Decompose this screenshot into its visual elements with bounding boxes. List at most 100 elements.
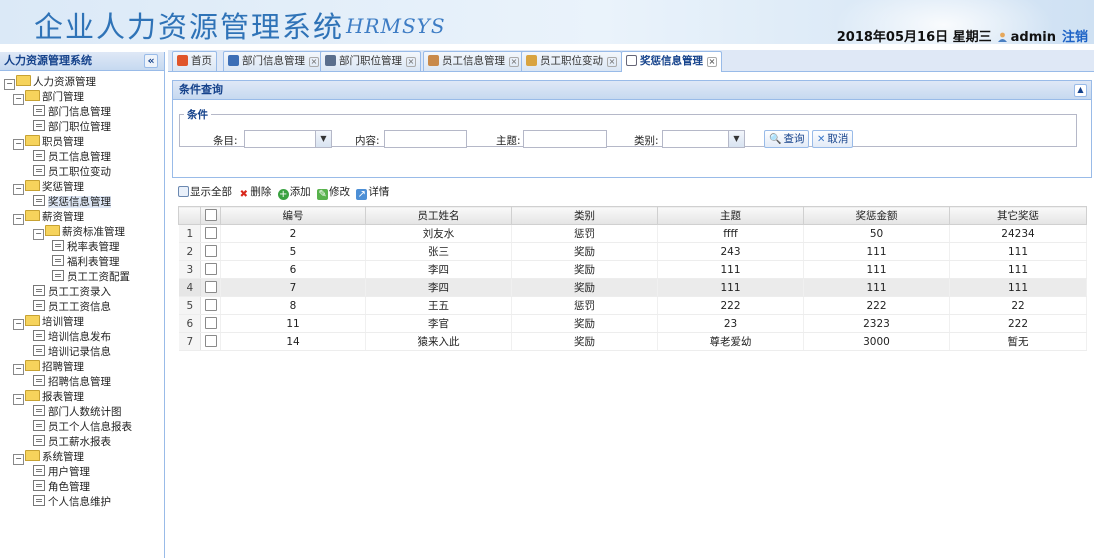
collapse-icon[interactable]: − xyxy=(13,214,24,225)
tree-node-label: 系统管理 xyxy=(42,451,84,463)
table-cell: 李四 xyxy=(365,278,512,297)
tab-employee-info[interactable]: 员工信息管理 × xyxy=(423,51,524,71)
item-select[interactable]: ▼ xyxy=(244,130,332,148)
type-select[interactable]: ▼ xyxy=(662,130,745,148)
table-row[interactable]: 1 2 刘友水 惩罚 ffff 50 24234 xyxy=(178,224,1087,243)
tree-node[interactable]: 员工薪水报表 xyxy=(0,435,164,450)
collapse-icon[interactable]: − xyxy=(13,139,24,150)
close-icon[interactable]: × xyxy=(406,57,416,67)
table-row[interactable]: 5 8 王五 惩罚 222 222 22 xyxy=(178,296,1087,315)
tab-dept-info[interactable]: 部门信息管理 × xyxy=(223,51,324,71)
cancel-button[interactable]: ✕ 取消 xyxy=(812,130,854,148)
tree-node[interactable]: − 培训管理 xyxy=(0,315,164,330)
tree-node[interactable]: − 人力资源管理 xyxy=(0,75,164,90)
tree-node[interactable]: 角色管理 xyxy=(0,480,164,495)
content-input[interactable] xyxy=(384,130,467,148)
tree-node[interactable]: 部门职位管理 xyxy=(0,120,164,135)
row-select-cell xyxy=(200,242,221,261)
select-all-checkbox[interactable] xyxy=(204,209,217,221)
subject-input[interactable] xyxy=(523,130,607,148)
row-checkbox[interactable] xyxy=(204,299,217,311)
row-checkbox[interactable] xyxy=(204,335,217,347)
tree-node[interactable]: 员工工资配置 xyxy=(0,270,164,285)
tree-node[interactable]: 用户管理 xyxy=(0,465,164,480)
tree-node[interactable]: 福利表管理 xyxy=(0,255,164,270)
column-header[interactable]: 其它奖惩 xyxy=(949,206,1087,225)
row-checkbox[interactable] xyxy=(204,227,217,239)
collapse-panel-icon[interactable]: ▲ xyxy=(1074,84,1087,97)
tree-node[interactable]: 奖惩信息管理 xyxy=(0,195,164,210)
username: admin xyxy=(1010,30,1056,44)
collapse-icon[interactable]: − xyxy=(13,94,24,105)
tree-node[interactable]: − 招聘管理 xyxy=(0,360,164,375)
search-button[interactable]: 🔍 查询 xyxy=(764,130,810,148)
show-all-button[interactable]: 显示全部 xyxy=(178,184,232,200)
tree-node[interactable]: 税率表管理 xyxy=(0,240,164,255)
tab-dept-position[interactable]: 部门职位管理 × xyxy=(320,51,421,71)
column-header[interactable]: 主题 xyxy=(657,206,804,225)
row-checkbox[interactable] xyxy=(204,317,217,329)
tab-label: 员工职位变动 xyxy=(540,55,603,67)
row-number: 6 xyxy=(178,314,201,333)
chevron-down-icon: ▼ xyxy=(728,131,744,147)
collapse-icon[interactable]: − xyxy=(4,79,15,90)
tree-node[interactable]: − 薪资标准管理 xyxy=(0,225,164,240)
row-checkbox[interactable] xyxy=(204,281,217,293)
tree-node[interactable]: 员工工资录入 xyxy=(0,285,164,300)
table-cell: 张三 xyxy=(365,242,512,261)
tab-position-change[interactable]: 员工职位变动 × xyxy=(521,51,622,71)
edit-button[interactable]: ✎ 修改 xyxy=(317,184,350,200)
tab-reward-punishment[interactable]: 奖惩信息管理 × xyxy=(621,51,722,72)
tree-node[interactable]: − 部门管理 xyxy=(0,90,164,105)
tree-node[interactable]: − 系统管理 xyxy=(0,450,164,465)
tree-node[interactable]: 招聘信息管理 xyxy=(0,375,164,390)
collapse-icon[interactable]: − xyxy=(33,229,44,240)
tree-node[interactable]: − 报表管理 xyxy=(0,390,164,405)
tree-node[interactable]: 员工个人信息报表 xyxy=(0,420,164,435)
delete-button[interactable]: ✖ 删除 xyxy=(238,184,272,200)
close-icon[interactable]: × xyxy=(707,57,717,67)
collapse-icon[interactable]: − xyxy=(13,364,24,375)
close-icon[interactable]: × xyxy=(607,57,617,67)
detail-button[interactable]: ↗ 详情 xyxy=(356,184,389,200)
table-row[interactable]: 4 7 李四 奖励 111 111 111 xyxy=(178,278,1087,297)
column-header[interactable]: 编号 xyxy=(220,206,366,225)
table-row[interactable]: 7 14 猿来入此 奖励 尊老爱幼 3000 暂无 xyxy=(178,332,1087,351)
logout-link[interactable]: 注销 xyxy=(1062,30,1088,44)
row-checkbox[interactable] xyxy=(204,263,217,275)
tree-node[interactable]: 员工信息管理 xyxy=(0,150,164,165)
add-button[interactable]: + 添加 xyxy=(277,184,311,200)
row-checkbox[interactable] xyxy=(204,245,217,257)
tree-node[interactable]: 培训信息发布 xyxy=(0,330,164,345)
table-row[interactable]: 2 5 张三 奖励 243 111 111 xyxy=(178,242,1087,261)
collapse-icon[interactable]: − xyxy=(13,454,24,465)
tree-node[interactable]: 个人信息维护 xyxy=(0,495,164,510)
close-icon[interactable]: × xyxy=(509,57,519,67)
people-icon xyxy=(526,55,537,66)
table-row[interactable]: 6 11 李官 奖励 23 2323 222 xyxy=(178,314,1087,333)
tree-node[interactable]: − 薪资管理 xyxy=(0,210,164,225)
table-cell: 尊老爱幼 xyxy=(657,332,804,351)
collapse-icon[interactable]: − xyxy=(13,394,24,405)
tree-node[interactable]: 部门人数统计图 xyxy=(0,405,164,420)
table-cell: 222 xyxy=(657,296,804,315)
tree-node-label: 员工信息管理 xyxy=(48,151,111,163)
collapse-icon[interactable]: − xyxy=(13,319,24,330)
column-header[interactable]: 类别 xyxy=(511,206,658,225)
tree-node[interactable]: − 职员管理 xyxy=(0,135,164,150)
column-header[interactable]: 员工姓名 xyxy=(365,206,512,225)
document-icon xyxy=(33,285,45,296)
table-row[interactable]: 3 6 李四 奖励 111 111 111 xyxy=(178,260,1087,279)
collapse-icon[interactable]: − xyxy=(13,184,24,195)
tree-node[interactable]: 员工工资信息 xyxy=(0,300,164,315)
tree-node[interactable]: 员工职位变动 xyxy=(0,165,164,180)
tree-node[interactable]: 部门信息管理 xyxy=(0,105,164,120)
tree-node[interactable]: 培训记录信息 xyxy=(0,345,164,360)
tab-home[interactable]: 首页 xyxy=(172,51,217,71)
close-icon[interactable]: × xyxy=(309,57,319,67)
row-number: 3 xyxy=(178,260,201,279)
collapse-sidebar-button[interactable]: « xyxy=(144,54,158,68)
tree-node-label: 员工薪水报表 xyxy=(48,436,111,448)
tree-node[interactable]: − 奖惩管理 xyxy=(0,180,164,195)
column-header[interactable]: 奖惩金额 xyxy=(803,206,950,225)
